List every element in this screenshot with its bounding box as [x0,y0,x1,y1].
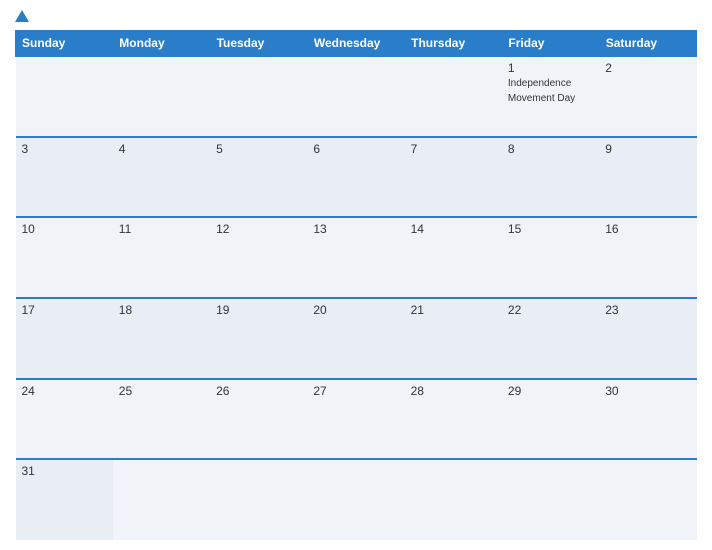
day-of-week-header: Friday [502,31,599,57]
calendar-day-cell: 25 [113,379,210,460]
calendar-week-row: 10 11 12 13 14 15 16 [16,217,697,298]
day-number: 10 [22,222,107,236]
calendar-day-cell: 15 [502,217,599,298]
day-number: 4 [119,142,204,156]
day-number: 5 [216,142,301,156]
day-of-week-header: Monday [113,31,210,57]
calendar-day-cell: 2 [599,56,696,137]
logo [15,10,31,22]
day-number: 12 [216,222,301,236]
calendar-day-cell: 18 [113,298,210,379]
logo-blue-text [15,10,31,22]
calendar-week-row: 1 Independence Movement Day 2 [16,56,697,137]
day-number: 20 [313,303,398,317]
calendar-day-cell [16,56,113,137]
calendar-day-cell: 26 [210,379,307,460]
day-number: 27 [313,384,398,398]
calendar-day-cell: 7 [405,137,502,218]
day-number: 7 [411,142,496,156]
calendar-day-cell [113,56,210,137]
day-number: 8 [508,142,593,156]
day-number: 15 [508,222,593,236]
calendar-header [15,10,697,22]
day-number: 14 [411,222,496,236]
calendar-week-row: 17 18 19 20 21 22 23 [16,298,697,379]
calendar-header-row: SundayMondayTuesdayWednesdayThursdayFrid… [16,31,697,57]
day-number: 19 [216,303,301,317]
calendar-day-cell [307,459,404,540]
day-number: 30 [605,384,690,398]
day-number: 31 [22,464,107,478]
calendar-day-cell [307,56,404,137]
calendar-day-cell: 1 Independence Movement Day [502,56,599,137]
calendar-table: SundayMondayTuesdayWednesdayThursdayFrid… [15,30,697,540]
day-number: 9 [605,142,690,156]
calendar-day-cell: 30 [599,379,696,460]
calendar-day-cell: 23 [599,298,696,379]
calendar-day-cell [210,459,307,540]
calendar-day-cell: 11 [113,217,210,298]
calendar-day-cell: 21 [405,298,502,379]
calendar-day-cell: 9 [599,137,696,218]
calendar-day-cell: 5 [210,137,307,218]
calendar-day-cell [405,56,502,137]
calendar-week-row: 3456789 [16,137,697,218]
event-text: Independence Movement Day [508,78,575,104]
calendar-day-cell: 8 [502,137,599,218]
day-of-week-header: Thursday [405,31,502,57]
calendar-day-cell: 28 [405,379,502,460]
calendar-day-cell [502,459,599,540]
day-number: 24 [22,384,107,398]
day-number: 28 [411,384,496,398]
day-number: 29 [508,384,593,398]
day-number: 18 [119,303,204,317]
calendar-day-cell: 4 [113,137,210,218]
calendar-day-cell: 20 [307,298,404,379]
calendar-day-cell: 14 [405,217,502,298]
day-of-week-header: Wednesday [307,31,404,57]
day-number: 21 [411,303,496,317]
day-number: 25 [119,384,204,398]
day-of-week-header: Saturday [599,31,696,57]
day-of-week-header: Tuesday [210,31,307,57]
calendar-week-row: 24 25 26 27 28 29 30 [16,379,697,460]
calendar-day-cell: 17 [16,298,113,379]
calendar-day-cell: 24 [16,379,113,460]
calendar-day-cell: 13 [307,217,404,298]
calendar-day-cell [210,56,307,137]
calendar-day-cell: 10 [16,217,113,298]
day-number: 6 [313,142,398,156]
calendar-day-cell: 12 [210,217,307,298]
calendar-day-cell: 6 [307,137,404,218]
calendar-day-cell [113,459,210,540]
day-number: 13 [313,222,398,236]
day-number: 26 [216,384,301,398]
day-number: 11 [119,222,204,236]
day-number: 23 [605,303,690,317]
day-number: 3 [22,142,107,156]
day-number: 2 [605,61,690,75]
calendar-day-cell [599,459,696,540]
calendar-day-cell: 22 [502,298,599,379]
calendar-day-cell: 3 [16,137,113,218]
calendar-day-cell: 29 [502,379,599,460]
day-number: 17 [22,303,107,317]
calendar-day-cell [405,459,502,540]
day-of-week-header: Sunday [16,31,113,57]
calendar-day-cell: 27 [307,379,404,460]
day-number: 22 [508,303,593,317]
logo-triangle-icon [15,10,29,22]
calendar-day-cell: 16 [599,217,696,298]
day-number: 16 [605,222,690,236]
calendar-day-cell: 31 [16,459,113,540]
day-number: 1 [508,61,593,75]
calendar-day-cell: 19 [210,298,307,379]
calendar-week-row: 31 [16,459,697,540]
